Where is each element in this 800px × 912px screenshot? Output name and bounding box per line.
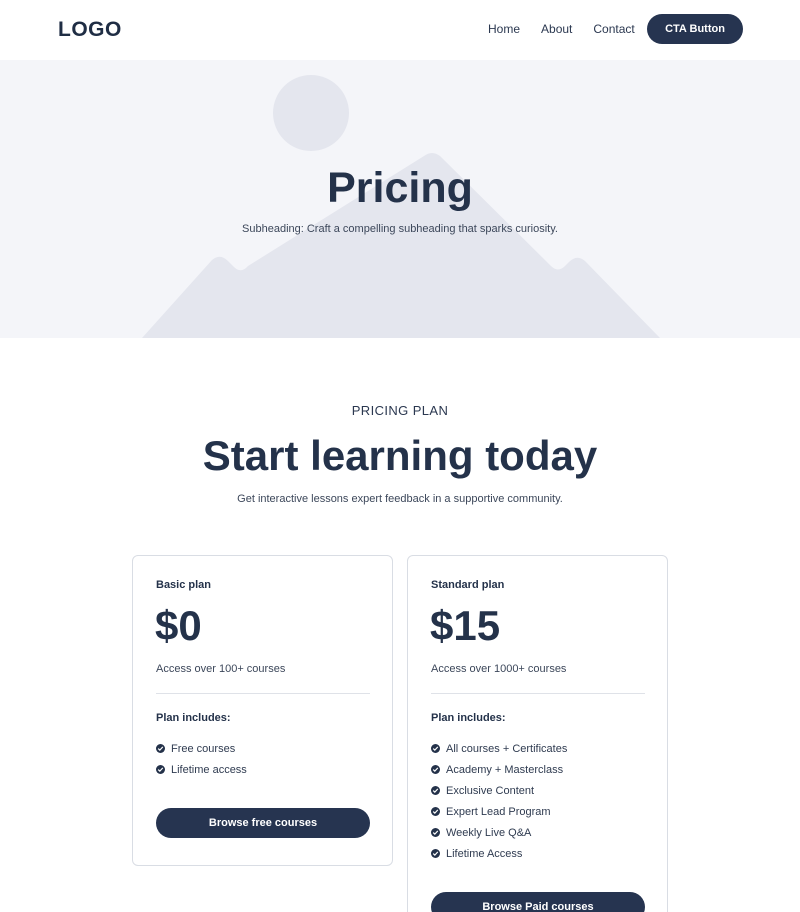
feature-item: Academy + Masterclass xyxy=(431,759,567,780)
plan-description: Access over 1000+ courses xyxy=(431,663,567,675)
pricing-card-basic: Basic plan $0 Access over 100+ courses P… xyxy=(132,555,393,866)
feature-label: Academy + Masterclass xyxy=(446,763,564,776)
feature-label: All courses + Certificates xyxy=(446,742,568,755)
check-circle-icon xyxy=(431,828,440,837)
check-circle-icon xyxy=(431,744,440,753)
nav-link-contact[interactable]: Contact xyxy=(593,22,634,36)
plan-name: Basic plan xyxy=(156,579,212,591)
divider xyxy=(431,693,645,694)
main-nav: Home About Contact xyxy=(488,22,656,36)
plan-includes-label: Plan includes: xyxy=(431,712,506,724)
site-header: LOGO Home About Contact CTA Button xyxy=(0,0,800,60)
hero-subheading: Subheading: Craft a compelling subheadin… xyxy=(242,223,558,235)
check-circle-icon xyxy=(431,849,440,858)
browse-free-courses-button[interactable]: Browse free courses xyxy=(156,808,370,838)
feature-item: Lifetime access xyxy=(156,759,247,780)
pricing-eyebrow: PRICING PLAN xyxy=(351,403,449,418)
feature-list: Free courses Lifetime access xyxy=(156,738,247,780)
feature-item: Expert Lead Program xyxy=(431,801,567,822)
nav-link-home[interactable]: Home xyxy=(488,22,520,36)
feature-label: Lifetime access xyxy=(171,763,247,776)
pricing-description: Get interactive lessons expert feedback … xyxy=(237,493,563,505)
logo[interactable]: LOGO xyxy=(58,18,122,42)
plan-description: Access over 100+ courses xyxy=(156,663,286,675)
feature-item: Exclusive Content xyxy=(431,780,567,801)
plan-price: $15 xyxy=(430,602,501,649)
feature-item: Weekly Live Q&A xyxy=(431,822,567,843)
feature-label: Expert Lead Program xyxy=(446,805,551,818)
hero-section: Pricing Subheading: Craft a compelling s… xyxy=(0,60,800,338)
pricing-card-standard: Standard plan $15 Access over 1000+ cour… xyxy=(407,555,668,912)
check-circle-icon xyxy=(431,765,440,774)
feature-label: Lifetime Access xyxy=(446,847,523,860)
hero-title: Pricing xyxy=(327,164,473,212)
plan-price: $0 xyxy=(155,602,202,649)
check-circle-icon xyxy=(156,744,165,753)
check-circle-icon xyxy=(431,786,440,795)
feature-label: Exclusive Content xyxy=(446,784,535,797)
feature-label: Weekly Live Q&A xyxy=(446,826,532,839)
feature-list: All courses + Certificates Academy + Mas… xyxy=(431,738,567,864)
feature-item: All courses + Certificates xyxy=(431,738,567,759)
divider xyxy=(156,693,370,694)
feature-label: Free courses xyxy=(171,742,236,755)
cta-button[interactable]: CTA Button xyxy=(647,14,743,44)
plan-includes-label: Plan includes: xyxy=(156,712,231,724)
feature-item: Free courses xyxy=(156,738,247,759)
feature-item: Lifetime Access xyxy=(431,843,567,864)
plan-name: Standard plan xyxy=(431,579,505,591)
check-circle-icon xyxy=(156,765,165,774)
pricing-title: Start learning today xyxy=(202,432,598,479)
check-circle-icon xyxy=(431,807,440,816)
nav-link-about[interactable]: About xyxy=(541,22,572,36)
browse-paid-courses-button[interactable]: Browse Paid courses xyxy=(431,892,645,912)
